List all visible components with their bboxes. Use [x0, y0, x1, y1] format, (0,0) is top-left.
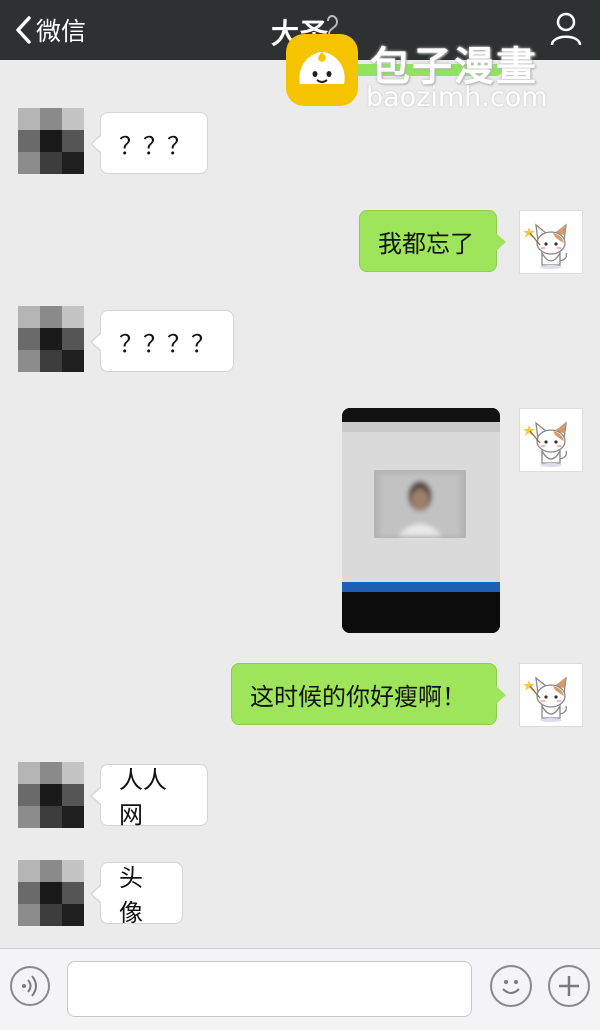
- photo-of-screen-image: [342, 408, 500, 633]
- received-message[interactable]: 人人网: [90, 764, 208, 829]
- cat-avatar[interactable]: [519, 408, 583, 472]
- watermark-url: baozimh.com: [366, 82, 548, 113]
- cat-icon: [523, 223, 568, 269]
- plus-icon: [559, 976, 579, 996]
- pixelated-avatar[interactable]: [18, 108, 84, 174]
- voice-button[interactable]: [10, 966, 50, 1006]
- message-input-bar: [0, 948, 600, 1030]
- watermark-logo: [286, 34, 358, 106]
- cat-avatar[interactable]: [519, 210, 583, 274]
- bun-icon: [299, 52, 345, 84]
- more-button[interactable]: [548, 965, 590, 1007]
- image-message[interactable]: [342, 408, 500, 633]
- pixelated-avatar[interactable]: [18, 860, 84, 926]
- received-message[interactable]: ？？？: [90, 112, 208, 174]
- pixelated-avatar[interactable]: [18, 306, 84, 372]
- cat-avatar[interactable]: [519, 663, 583, 727]
- sent-message[interactable]: 我都忘了: [359, 210, 506, 272]
- cat-icon: [523, 676, 568, 722]
- emoji-button[interactable]: [490, 965, 532, 1007]
- emoji-icon: [502, 980, 520, 994]
- received-message[interactable]: ？？？？: [90, 310, 234, 372]
- cat-icon: [523, 421, 568, 467]
- message-input[interactable]: [67, 961, 472, 1017]
- person-icon[interactable]: [550, 12, 582, 46]
- sent-message[interactable]: 这时候的你好瘦啊！: [231, 663, 506, 725]
- received-message[interactable]: 头像: [90, 862, 183, 927]
- pixelated-avatar[interactable]: [18, 762, 84, 828]
- voice-icon: [22, 975, 37, 997]
